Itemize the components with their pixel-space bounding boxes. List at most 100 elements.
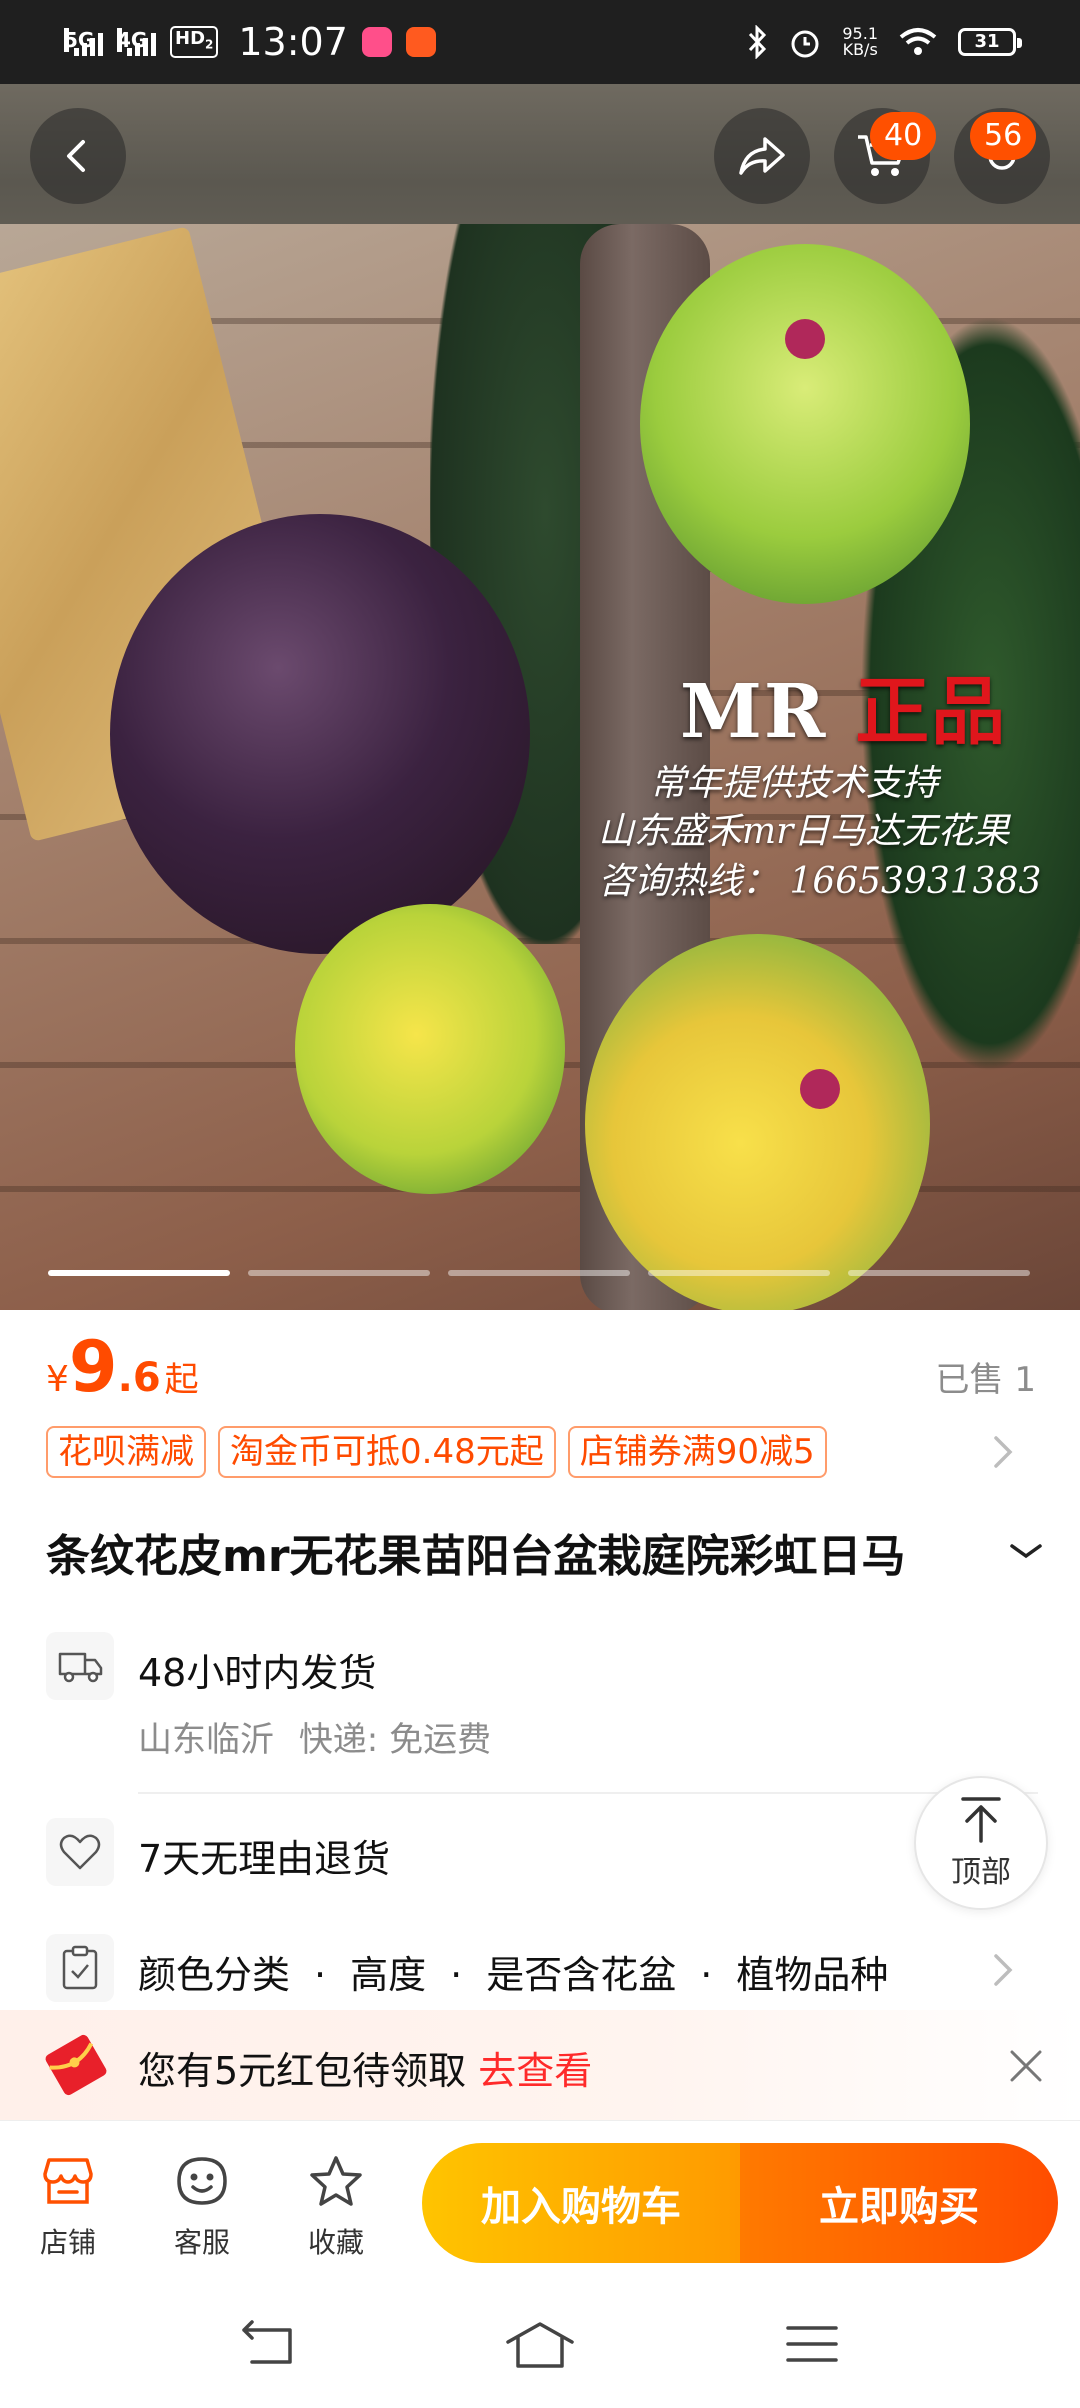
option-item: 颜色分类	[138, 1953, 291, 1997]
signal-4g-label: 4G	[117, 28, 148, 52]
carousel-dot	[448, 1270, 630, 1276]
status-left: 5G 4G HD2 13:07	[64, 20, 436, 64]
returns-policy: 7天无理由退货	[138, 1837, 391, 1881]
option-list: 颜色分类 · 高度 · 是否含花盆 · 植物品种	[138, 1953, 889, 1997]
shop-button[interactable]: 店铺	[18, 2151, 118, 2261]
status-right: 95.1 KB/s 31	[746, 25, 1022, 59]
status-time: 13:07	[238, 20, 348, 64]
banner-link[interactable]: 去查看	[478, 2049, 592, 2093]
shipping-method: 快递: 免运费	[298, 1720, 492, 1760]
add-to-cart-button[interactable]: 加入购物车	[422, 2143, 740, 2263]
shipping-time: 48小时内发货	[138, 1651, 377, 1695]
red-packet-banner[interactable]: 您有5元红包待领取 去查看	[0, 2010, 1080, 2120]
status-bar: 5G 4G HD2 13:07 95.1 KB/s 31	[0, 0, 1080, 84]
system-navigation-bar	[0, 2290, 1080, 2408]
star-icon	[286, 2151, 386, 2211]
banner-text: 您有5元红包待领取 去查看	[138, 2040, 592, 2095]
favorite-button[interactable]: 收藏	[286, 2151, 386, 2261]
shop-icon	[18, 2151, 118, 2211]
option-item: 高度	[350, 1953, 427, 1997]
price-integer: 9	[68, 1326, 118, 1408]
clipboard-check-icon	[46, 1934, 114, 2002]
shipping-info: 山东临沂 快递: 免运费	[138, 1712, 491, 1761]
arrow-up-icon	[961, 1797, 1001, 1843]
message-count-badge: 56	[970, 112, 1037, 160]
yellow-fig-image	[585, 934, 930, 1310]
truck-icon	[46, 1632, 114, 1700]
chevron-right-icon	[994, 1954, 1013, 1986]
shipping-origin: 山东临沂	[138, 1720, 274, 1760]
hero-line-3: 咨询热线： 16653931383	[598, 861, 1042, 902]
option-item: 植物品种	[736, 1953, 889, 1997]
share-button[interactable]	[714, 108, 810, 204]
signal-5g-label: 5G	[64, 28, 95, 52]
back-arrow-icon	[67, 140, 85, 172]
shipping-row[interactable]: 48小时内发货 山东临沂 快递: 免运费	[46, 1632, 1036, 1762]
returns-row[interactable]: 7天无理由退货	[46, 1818, 1036, 1888]
banner-message: 您有5元红包待领取	[138, 2049, 467, 2093]
promo-tag[interactable]: 店铺券满90减5	[567, 1426, 827, 1478]
share-icon	[739, 137, 785, 175]
taobao-notification-icon	[405, 27, 436, 57]
green-fig-image	[640, 244, 970, 604]
system-home-icon[interactable]	[504, 2320, 576, 2370]
hero-title: MR 正品	[680, 652, 1007, 759]
chat-face-icon	[152, 2151, 252, 2211]
cart-count-badge: 40	[870, 112, 937, 160]
divider	[138, 1792, 1038, 1794]
product-title: 条纹花皮mr无花果苗阳台盆栽庭院彩虹日马	[46, 1531, 906, 1582]
hero-line-1: 常年提供技术支持	[650, 763, 939, 804]
hero-title-red: 正品	[855, 669, 1008, 755]
red-packet-icon	[45, 2034, 107, 2096]
scroll-top-button[interactable]: 顶部	[914, 1776, 1048, 1910]
hd-label: HD	[175, 28, 206, 50]
wifi-icon	[899, 28, 937, 55]
price-suffix: 起	[164, 1360, 199, 1400]
bluetooth-icon	[749, 25, 767, 59]
price-row: ¥ 9 .6 起 已售 1	[46, 1326, 1036, 1408]
carousel-dot	[848, 1270, 1030, 1276]
customer-service-button[interactable]: 客服	[152, 2151, 252, 2261]
carousel-indicator	[48, 1270, 1030, 1276]
hd-sub: 2	[205, 37, 214, 52]
scroll-top-label: 顶部	[951, 1855, 1011, 1890]
bottom-action-bar: 店铺 客服 收藏 加入购物车 立即购买	[0, 2120, 1080, 2290]
promo-tag[interactable]: 淘金币可抵0.48元起	[218, 1426, 556, 1478]
system-menu-icon[interactable]	[784, 2320, 840, 2370]
net-speed: 95.1 KB/s	[842, 26, 878, 58]
carousel-dot	[648, 1270, 830, 1276]
buy-now-button[interactable]: 立即购买	[740, 2143, 1058, 2263]
product-image-carousel[interactable]: MR 正品 常年提供技术支持 山东盛禾mr日马达无花果 咨询热线： 166539…	[0, 84, 1080, 1310]
hd-voice-icon: HD2	[170, 26, 219, 58]
alarm-icon	[791, 30, 819, 58]
price-decimal: .6	[117, 1355, 161, 1401]
price: ¥ 9 .6 起	[46, 1326, 199, 1408]
purple-fig-image	[110, 514, 530, 954]
back-button[interactable]	[30, 108, 126, 204]
carousel-dot	[248, 1270, 430, 1276]
customer-service-label: 客服	[173, 2226, 230, 2259]
option-item: 是否含花盆	[486, 1953, 677, 1997]
heart-icon	[46, 1818, 114, 1886]
hero-line-2: 山东盛禾mr日马达无花果	[598, 811, 1010, 852]
close-icon[interactable]	[1006, 2046, 1046, 2086]
shop-label: 店铺	[39, 2226, 96, 2259]
app-notification-icon	[361, 27, 392, 57]
promo-tag[interactable]: 花呗满减	[46, 1426, 206, 1478]
sold-count: 已售 1	[935, 1360, 1036, 1400]
chevron-right-icon[interactable]	[990, 1432, 1016, 1472]
net-speed-unit: KB/s	[842, 40, 878, 59]
product-title-row[interactable]: 条纹花皮mr无花果苗阳台盆栽庭院彩虹日马	[46, 1520, 1046, 1584]
signal-4g-icon: 4G	[117, 28, 156, 56]
system-back-icon[interactable]	[238, 2320, 298, 2370]
battery-icon: 31	[958, 28, 1022, 56]
carousel-dot	[48, 1270, 230, 1276]
hero-title-prefix: MR	[680, 669, 828, 755]
price-currency: ¥	[46, 1359, 69, 1400]
signal-5g-icon: 5G	[64, 28, 103, 56]
promo-tags[interactable]: 花呗满减 淘金币可抵0.48元起 店铺券满90减5	[46, 1426, 827, 1478]
striped-fig-image	[295, 904, 565, 1194]
favorite-label: 收藏	[307, 2226, 364, 2259]
options-row[interactable]: 颜色分类 · 高度 · 是否含花盆 · 植物品种	[46, 1934, 1036, 2004]
chevron-down-icon[interactable]	[1006, 1540, 1046, 1564]
